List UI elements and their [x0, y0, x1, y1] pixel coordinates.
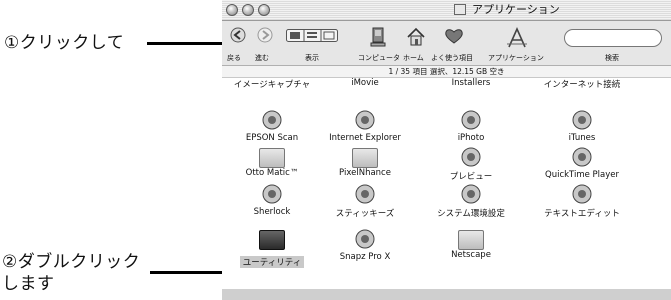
app-item[interactable]: iTunes [532, 107, 632, 143]
app-item-label: QuickTime Player [545, 170, 619, 180]
computer-icon [370, 27, 386, 47]
app-item-label: EPSON Scan [245, 133, 299, 143]
photo-icon [456, 107, 486, 133]
app-item-label: Otto Matic™ [245, 168, 299, 178]
applications-label: アプリケーション [488, 54, 544, 62]
forward-arrow-icon [257, 27, 273, 43]
app-item-label: PixelNhance [339, 168, 391, 178]
app-item[interactable]: テキストエディット [532, 181, 632, 219]
zoom-window-button[interactable] [258, 4, 270, 16]
applications-button[interactable]: アプリケーション [486, 21, 546, 65]
view-mode-icon [286, 29, 338, 42]
app-item-label: Netscape [451, 250, 491, 260]
app-item-label: インターネット接続 [543, 80, 621, 90]
favorites-heart-icon [445, 29, 463, 44]
search-label: 検索 [605, 54, 619, 62]
app-item[interactable]: QuickTime Player [532, 144, 632, 180]
forward-button[interactable]: 進む [251, 21, 277, 65]
home-button[interactable]: ホーム [402, 21, 428, 65]
toolbar: 戻る 進む 表示 コンピュータ ホーム よく使う項目 アプリケーション 検索 [222, 21, 671, 66]
app-item-label: Internet Explorer [329, 133, 401, 143]
sticky-icon [350, 181, 380, 207]
app-item[interactable]: Installers [421, 78, 521, 88]
app-item[interactable]: プレビュー [421, 144, 521, 182]
app-item[interactable]: ユーティリティ [222, 226, 322, 269]
computer-button[interactable]: コンピュータ [358, 21, 400, 65]
computer-label: コンピュータ [358, 54, 400, 62]
app-item[interactable]: インターネット接続 [532, 78, 632, 90]
ie-icon [350, 107, 380, 133]
app-item-label: iPhoto [457, 133, 485, 143]
textedit-icon [567, 181, 597, 207]
app-item[interactable]: Snapz Pro X [315, 226, 415, 262]
folder-icon [352, 148, 378, 168]
app-item-label: Snapz Pro X [339, 252, 391, 262]
app-item[interactable]: Netscape [421, 226, 521, 260]
app-item-label: イメージキャプチャ [233, 80, 311, 90]
view-label: 表示 [305, 54, 319, 62]
prefs-icon [456, 181, 486, 207]
close-window-button[interactable] [226, 4, 238, 16]
app-item[interactable]: イメージキャプチャ [222, 78, 322, 90]
home-label: ホーム [403, 54, 424, 62]
applications-folder-icon [454, 4, 466, 15]
forward-label: 進む [255, 54, 269, 62]
back-label: 戻る [227, 54, 241, 62]
camera-icon [350, 226, 380, 252]
status-bar: 1 / 35 項目 選択、12.15 GB 空き [222, 66, 671, 78]
sherlock-icon [257, 181, 287, 207]
search-input[interactable] [564, 29, 662, 47]
app-item-label: テキストエディット [544, 209, 620, 219]
app-item[interactable]: iPhoto [421, 107, 521, 143]
app-item[interactable]: PixelNhance [315, 144, 415, 178]
view-button[interactable]: 表示 [286, 21, 338, 65]
instruction-step1: ①クリックして [4, 33, 125, 53]
favorites-label: よく使う項目 [431, 54, 473, 62]
note-icon [567, 107, 597, 133]
app-item[interactable]: Otto Matic™ [222, 144, 322, 178]
favorites-button[interactable]: よく使う項目 [430, 21, 478, 65]
app-item[interactable]: Internet Explorer [315, 107, 415, 143]
app-item-label: システム環境設定 [437, 209, 505, 219]
app-item[interactable]: スティッキーズ [315, 181, 415, 219]
back-button[interactable]: 戻る [224, 21, 250, 65]
app-item[interactable]: システム環境設定 [421, 181, 521, 219]
pointer-line-step2 [150, 271, 230, 274]
back-arrow-icon [230, 27, 246, 43]
folder-icon [259, 148, 285, 168]
folder-icon [259, 230, 285, 250]
app-item[interactable]: iMovie [315, 78, 415, 88]
instruction-step2-line1: ②ダブルクリック [2, 252, 141, 272]
scroll-edge [222, 289, 671, 300]
window-title: アプリケーション [472, 3, 560, 16]
qt-icon [567, 144, 597, 170]
instruction-step2-line2: します [2, 274, 55, 294]
minimize-window-button[interactable] [242, 4, 254, 16]
swirl-icon [257, 107, 287, 133]
app-item-label: iMovie [351, 78, 379, 88]
applications-a-icon [507, 27, 527, 48]
preview-icon [456, 144, 486, 170]
finder-window: アプリケーション 戻る 進む 表示 コンピュータ ホーム よく使う項目 アプリケ… [222, 0, 671, 300]
folder-icon [458, 230, 484, 250]
app-item-label: iTunes [568, 133, 596, 143]
app-item-label: スティッキーズ [335, 209, 395, 219]
app-item-label: Sherlock [253, 207, 291, 217]
app-item[interactable]: Sherlock [222, 181, 322, 217]
app-item[interactable]: EPSON Scan [222, 107, 322, 143]
home-icon [407, 27, 425, 46]
app-item-label: ユーティリティ [239, 256, 305, 268]
app-item-label: Installers [451, 78, 491, 88]
title-bar: アプリケーション [222, 0, 671, 21]
